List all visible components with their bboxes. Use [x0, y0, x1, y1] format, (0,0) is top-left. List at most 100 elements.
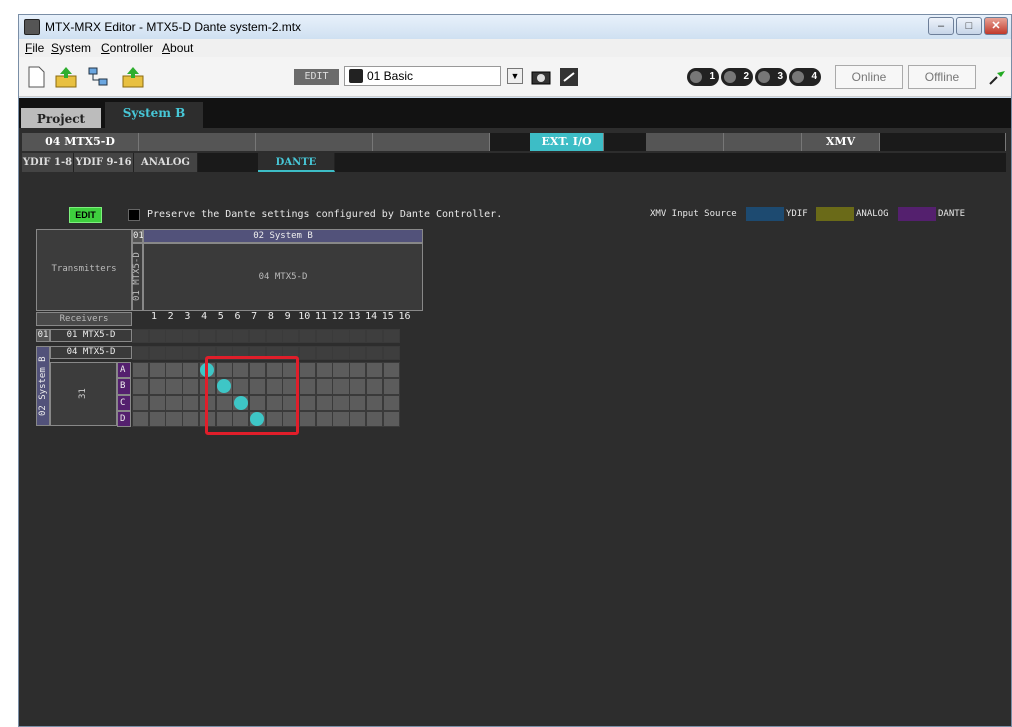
matrix-cell[interactable] — [365, 329, 383, 343]
matrix-cell[interactable] — [248, 329, 267, 343]
matrix-cell[interactable] — [198, 329, 216, 343]
matrix-cell[interactable] — [299, 378, 317, 395]
matrix-cell[interactable] — [349, 410, 367, 428]
matrix-cell[interactable] — [332, 346, 350, 360]
matrix-cell[interactable] — [165, 346, 183, 360]
connection-plug-icon[interactable] — [987, 67, 1007, 87]
matrix-cell[interactable] — [132, 410, 150, 428]
snapshot-camera-icon[interactable] — [531, 67, 551, 87]
matrix-cell[interactable] — [165, 378, 183, 395]
close-button[interactable]: ✕ — [984, 17, 1008, 35]
tab-dante[interactable]: DANTE — [258, 153, 335, 172]
matrix-cell[interactable] — [315, 329, 333, 343]
matrix-cell[interactable] — [315, 378, 333, 395]
tab-device-empty[interactable] — [373, 133, 490, 151]
matrix-cell[interactable] — [165, 329, 183, 343]
matrix-cell[interactable] — [132, 362, 150, 379]
matrix-cell[interactable] — [148, 378, 166, 395]
matrix-cell[interactable] — [365, 378, 383, 395]
preserve-dante-checkbox[interactable] — [128, 209, 140, 221]
matrix-cell[interactable] — [332, 362, 350, 379]
tab-device-empty[interactable] — [256, 133, 373, 151]
matrix-cell[interactable] — [332, 378, 350, 395]
tab-device-empty[interactable] — [724, 133, 802, 151]
matrix-cell[interactable] — [182, 378, 200, 395]
matrix-cell[interactable] — [215, 329, 233, 343]
matrix-cell[interactable] — [349, 394, 367, 411]
matrix-cell[interactable] — [182, 346, 200, 360]
matrix-cell[interactable] — [132, 394, 150, 411]
matrix-cell[interactable] — [349, 362, 367, 379]
matrix-cell[interactable] — [165, 410, 183, 428]
matrix-cell[interactable] — [365, 410, 383, 428]
matrix-cell[interactable] — [365, 394, 383, 411]
matrix-cell[interactable] — [332, 394, 350, 411]
preset-select[interactable]: 01 Basic — [344, 66, 501, 86]
matrix-cell[interactable] — [148, 346, 166, 360]
matrix-cell[interactable] — [382, 329, 400, 343]
matrix-cell[interactable] — [315, 410, 333, 428]
matrix-cell[interactable] — [382, 362, 400, 379]
matrix-cell[interactable] — [315, 394, 333, 411]
matrix-cell[interactable] — [332, 329, 350, 343]
matrix-cell[interactable] — [382, 410, 400, 428]
link-icon[interactable] — [559, 67, 579, 87]
tab-analog[interactable]: ANALOG — [134, 153, 198, 172]
save-file-icon[interactable] — [122, 66, 144, 88]
preset-dropdown-icon[interactable]: ▼ — [507, 68, 523, 84]
matrix-cell[interactable] — [182, 410, 200, 428]
tab-device-04-mtx5-d[interactable]: 04 MTX5-D — [22, 133, 139, 151]
matrix-cell[interactable] — [299, 410, 317, 428]
matrix-cell[interactable] — [182, 329, 200, 343]
matrix-cell[interactable] — [282, 329, 300, 343]
matrix-cell[interactable] — [182, 362, 200, 379]
matrix-cell[interactable] — [382, 346, 400, 360]
matrix-cell[interactable] — [299, 394, 317, 411]
matrix-cell[interactable] — [382, 378, 400, 395]
matrix-cell[interactable] — [349, 329, 367, 343]
tab-project[interactable]: Project — [21, 108, 101, 128]
matrix-cell[interactable] — [315, 362, 333, 379]
matrix-cell[interactable] — [315, 346, 333, 360]
matrix-cell[interactable] — [148, 410, 166, 428]
tab-device-empty[interactable] — [880, 133, 1006, 151]
matrix-cell[interactable] — [148, 394, 166, 411]
matrix-cell[interactable] — [148, 329, 166, 343]
maximize-button[interactable]: □ — [956, 17, 982, 35]
tab-xmv[interactable]: XMV — [802, 133, 880, 151]
online-button[interactable]: Online — [835, 65, 903, 89]
tab-ydif-9-16[interactable]: YDIF 9-16 — [74, 153, 134, 172]
matrix-cell[interactable] — [349, 346, 367, 360]
menu-controller[interactable]: Controller — [101, 41, 153, 55]
matrix-cell[interactable] — [299, 329, 317, 343]
menu-about[interactable]: About — [162, 41, 193, 55]
matrix-cell[interactable] — [299, 346, 317, 360]
matrix-cell[interactable] — [165, 362, 183, 379]
tab-ext-io[interactable]: EXT. I/O — [530, 133, 604, 151]
matrix-cell[interactable] — [182, 394, 200, 411]
matrix-cell[interactable] — [132, 329, 150, 343]
matrix-cell[interactable] — [132, 378, 150, 395]
matrix-cell[interactable] — [365, 346, 383, 360]
matrix-cell[interactable] — [165, 394, 183, 411]
matrix-cell[interactable] — [365, 362, 383, 379]
matrix-cell[interactable] — [332, 410, 350, 428]
matrix-cell[interactable] — [299, 362, 317, 379]
offline-button[interactable]: Offline — [908, 65, 976, 89]
new-file-icon[interactable] — [25, 66, 47, 88]
minimize-button[interactable]: – — [928, 17, 954, 35]
dante-edit-button[interactable]: EDIT — [69, 207, 102, 223]
open-file-icon[interactable] — [55, 66, 77, 88]
matrix-cell[interactable] — [148, 362, 166, 379]
tab-ydif-1-8[interactable]: YDIF 1-8 — [22, 153, 74, 172]
menu-system[interactable]: System — [51, 41, 91, 55]
matrix-cell[interactable] — [265, 329, 283, 343]
matrix-cell[interactable] — [349, 378, 367, 395]
network-icon[interactable] — [87, 66, 109, 88]
tab-device-empty[interactable] — [139, 133, 256, 151]
matrix-cell[interactable] — [132, 346, 150, 360]
tab-system-b[interactable]: System B — [105, 102, 203, 128]
matrix-cell[interactable] — [382, 394, 400, 411]
matrix-cell[interactable] — [232, 329, 250, 343]
menu-file[interactable]: File — [25, 41, 44, 55]
